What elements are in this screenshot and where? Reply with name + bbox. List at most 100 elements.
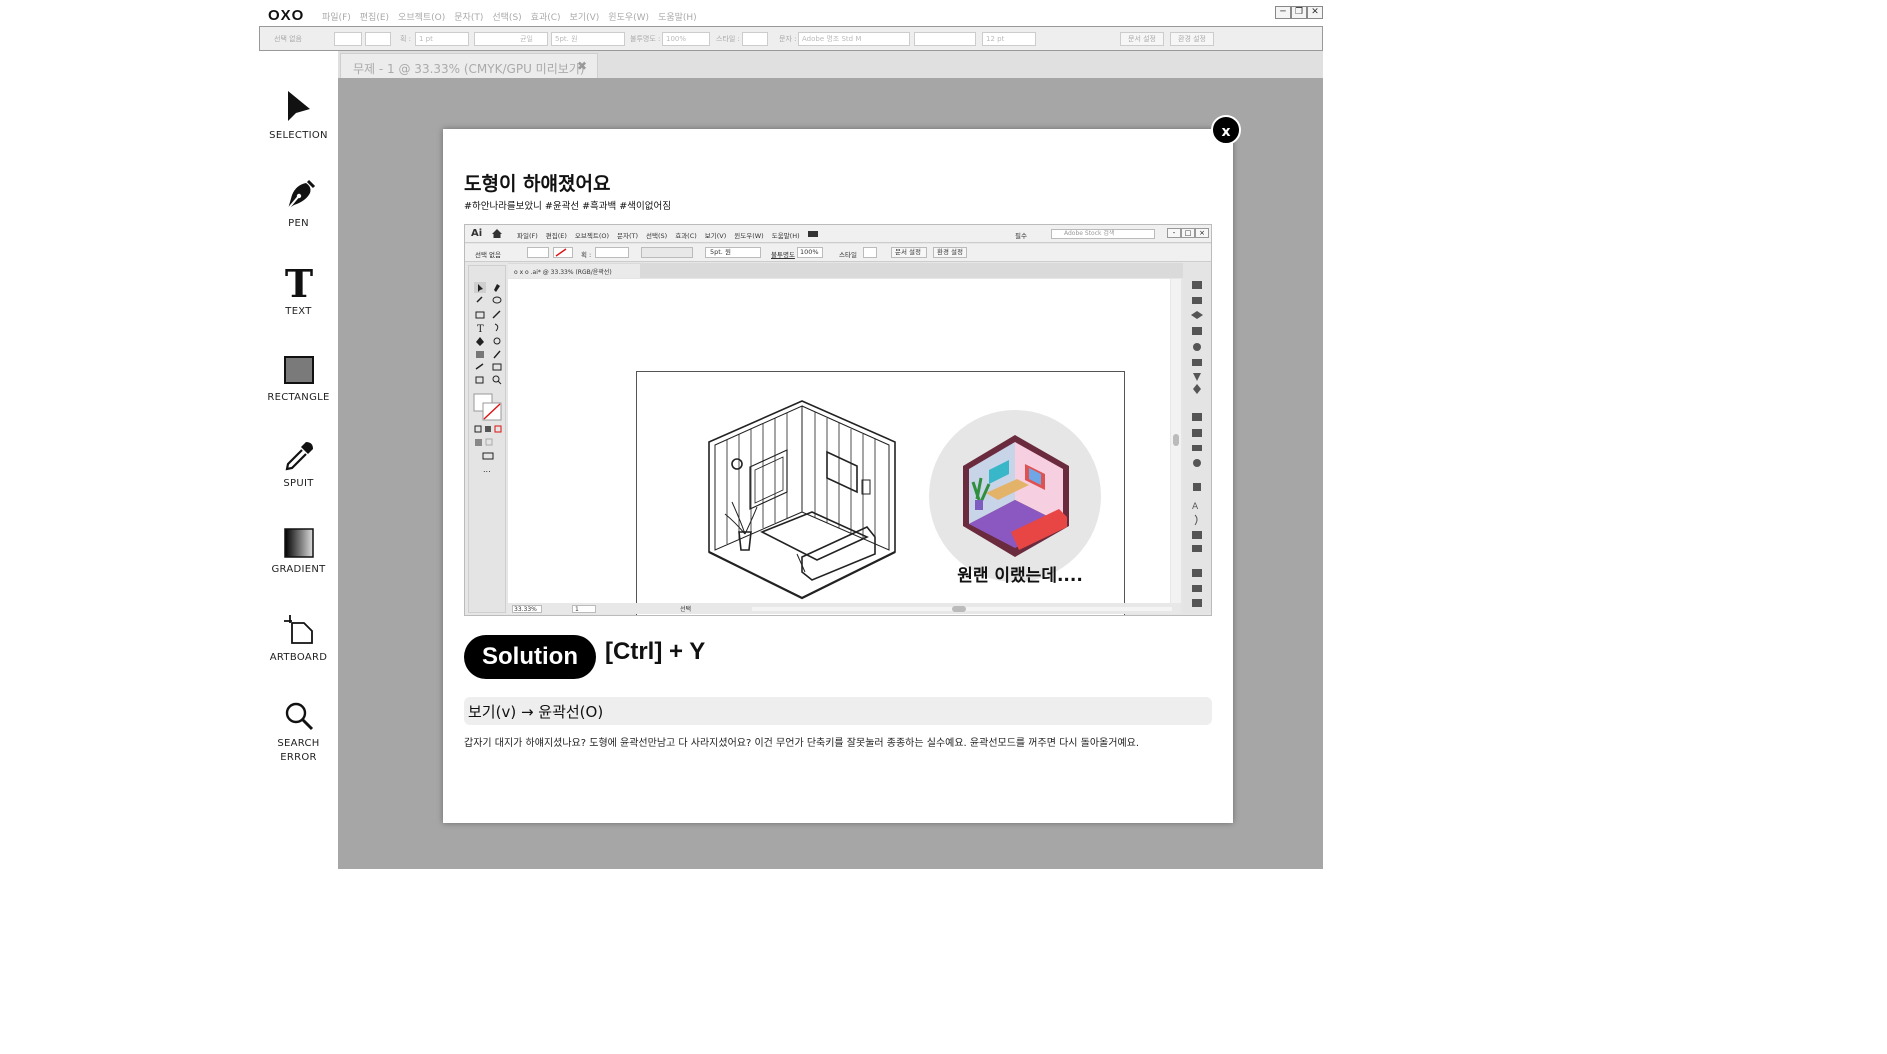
stroke-label: 획 : <box>400 35 412 43</box>
document-tabbar: 무제 - 1 @ 33.33% (CMYK/GPU 미리보기) ✖ <box>338 51 1323 78</box>
ai-options-bar: 선택 없음 획 : 5pt. 원 불투명도 100% 스타일 문서 설정 환경 … <box>465 244 1211 262</box>
ai-window-controls: - □ × <box>1167 228 1209 238</box>
menu-select[interactable]: 선택(S) <box>492 10 521 23</box>
ai-restore-icon: □ <box>1181 228 1195 238</box>
ai-stroke-weight <box>595 247 629 258</box>
tool-pen[interactable]: PEN <box>259 179 338 231</box>
ai-line-style <box>641 247 693 258</box>
arrange-icon <box>807 231 818 237</box>
ai-stroke-label: 획 : <box>581 251 592 259</box>
tool-label: ARTBOARD <box>269 652 328 663</box>
color-room-thumbnail <box>929 410 1101 582</box>
ai-logo: Ai <box>471 228 483 239</box>
modal-description: 갑자기 대지가 하얘지셨나요? 도형에 윤곽선만남고 다 사라지셨어요? 이건 … <box>464 738 1140 749</box>
document-tab-title: 무제 - 1 @ 33.33% (CMYK/GPU 미리보기) <box>353 62 585 76</box>
tool-selection[interactable]: SELECTION <box>259 89 338 143</box>
tool-search-error[interactable]: SEARCH ERROR <box>259 699 338 765</box>
ai-status-text: 선택 <box>680 606 692 613</box>
menu-file[interactable]: 파일(F) <box>322 10 351 23</box>
ai-page: 1 <box>572 605 596 613</box>
text-t-icon: T <box>284 265 312 301</box>
tool-spuit[interactable]: SPUIT <box>259 439 338 491</box>
ai-style-label: 스타일 <box>839 251 857 259</box>
solution-badge: Solution <box>464 635 596 679</box>
tools-panel: SELECTION PEN T TEXT RECTANGLE SPUIT GRA… <box>259 51 338 876</box>
font-style-dropdown[interactable] <box>914 32 976 46</box>
tool-label: SPUIT <box>283 478 314 489</box>
gradient-swatch-icon <box>283 528 314 558</box>
svg-text:A: A <box>1192 502 1199 512</box>
stroke-swatch-dropdown[interactable] <box>365 32 391 46</box>
menu-object[interactable]: 오브젝트(O) <box>398 10 445 23</box>
ai-menu-item: 문자(T) <box>617 232 639 240</box>
modal-close-button[interactable]: x <box>1211 115 1241 145</box>
menu-help[interactable]: 도움말(H) <box>658 10 697 23</box>
minimize-button[interactable]: ─ <box>1275 6 1291 19</box>
selection-arrow-icon <box>287 91 310 121</box>
tool-label: SELECTION <box>269 130 328 141</box>
preferences-button[interactable]: 환경 설정 <box>1170 32 1214 46</box>
tool-artboard[interactable]: ARTBOARD <box>259 613 338 665</box>
brush-dropdown[interactable]: 5pt. 원 <box>551 32 625 46</box>
tool-gradient[interactable]: GRADIENT <box>259 527 338 577</box>
ai-close-icon: × <box>1195 228 1209 238</box>
tool-label: TEXT <box>285 306 312 317</box>
ai-hscroll-thumb <box>952 606 966 612</box>
restore-button[interactable]: ❐ <box>1291 6 1307 19</box>
menu-edit[interactable]: 편집(E) <box>360 10 389 23</box>
ai-stroke-swatch <box>553 247 573 258</box>
menu-effect[interactable]: 효과(C) <box>531 10 561 23</box>
tool-rectangle[interactable]: RECTANGLE <box>259 353 338 405</box>
rectangle-icon <box>283 356 314 384</box>
ai-menu-item: 오브젝트(O) <box>574 232 610 240</box>
ai-menu: 파일(F) 편집(E) 오브젝트(O) 문자(T) 선택(S) 효과(C) 보기… <box>517 230 818 240</box>
selection-status: 선택 없음 <box>274 35 302 43</box>
document-setup-button[interactable]: 문서 설정 <box>1120 32 1164 46</box>
document-tab[interactable]: 무제 - 1 @ 33.33% (CMYK/GPU 미리보기) ✖ <box>340 53 598 78</box>
font-label: 문자 : <box>779 35 797 43</box>
ai-fill-swatch <box>527 247 549 258</box>
tool-text[interactable]: T TEXT <box>259 265 338 319</box>
ai-doc-setup: 문서 설정 <box>891 247 927 258</box>
font-family-dropdown[interactable]: Adobe 명조 Std M <box>798 32 910 46</box>
ai-menu-item: 보기(V) <box>704 232 727 240</box>
tool-label: RECTANGLE <box>267 392 330 403</box>
menu-view[interactable]: 보기(V) <box>570 10 600 23</box>
menu-window[interactable]: 윈도우(W) <box>608 10 649 23</box>
modal-tags: #하안나라를보았니 #윤곽선 #흑과백 #색이없어짐 <box>464 201 671 212</box>
fill-swatch-dropdown[interactable] <box>334 32 362 46</box>
illustrator-screenshot: Ai 파일(F) 편집(E) 오브젝트(O) 문자(T) 선택(S) 효과(C)… <box>464 224 1212 616</box>
ai-zoom: 33.33% <box>512 605 542 613</box>
ai-vertical-scrollbar <box>1171 279 1181 603</box>
window-controls: ─ ❐ ✕ <box>1275 6 1323 19</box>
tool-label: SEARCH <box>277 738 320 749</box>
svg-text:T: T <box>284 265 312 301</box>
ai-document-tab: o x o .ai* @ 33.33% (RGB/윤곽선) <box>508 264 640 278</box>
ai-tabbar: o x o .ai* @ 33.33% (RGB/윤곽선) <box>508 263 1196 278</box>
outline-room-illustration <box>708 400 896 600</box>
main-menu: 파일(F) 편집(E) 오브젝트(O) 문자(T) 선택(S) 효과(C) 보기… <box>322 10 697 23</box>
ai-canvas: 원랜 이랬는데.... <box>508 279 1170 615</box>
line-style-dropdown[interactable]: 균일 <box>474 32 548 46</box>
ai-status-bar: 33.33% 1 선택 <box>508 603 1180 614</box>
eyedropper-icon <box>285 442 313 471</box>
ai-artboard: 원랜 이랬는데.... <box>636 371 1125 615</box>
artboard-crop-icon <box>283 615 313 644</box>
opacity-input[interactable]: 100% <box>662 32 710 46</box>
font-size-input[interactable]: 12 pt <box>982 32 1036 46</box>
tab-close-icon[interactable]: ✖ <box>577 59 587 73</box>
magnifier-icon <box>285 702 313 731</box>
close-window-button[interactable]: ✕ <box>1307 6 1323 19</box>
ai-opacity-label: 불투명도 <box>771 251 795 259</box>
pen-nib-icon <box>286 179 315 210</box>
stroke-weight-input[interactable]: 1 pt <box>415 32 469 46</box>
ai-menu-item: 선택(S) <box>646 232 668 240</box>
ai-menubar: Ai 파일(F) 편집(E) 오브젝트(O) 문자(T) 선택(S) 효과(C)… <box>465 225 1211 243</box>
ai-panel-icons: A <box>1191 281 1203 607</box>
svg-text:T: T <box>477 324 484 335</box>
modal-title: 도형이 하얘졌어요 <box>464 173 611 195</box>
tool-label: GRADIENT <box>271 564 326 575</box>
app-logo: OXO <box>268 7 305 24</box>
menu-type[interactable]: 문자(T) <box>454 10 483 23</box>
style-dropdown[interactable] <box>742 32 768 46</box>
